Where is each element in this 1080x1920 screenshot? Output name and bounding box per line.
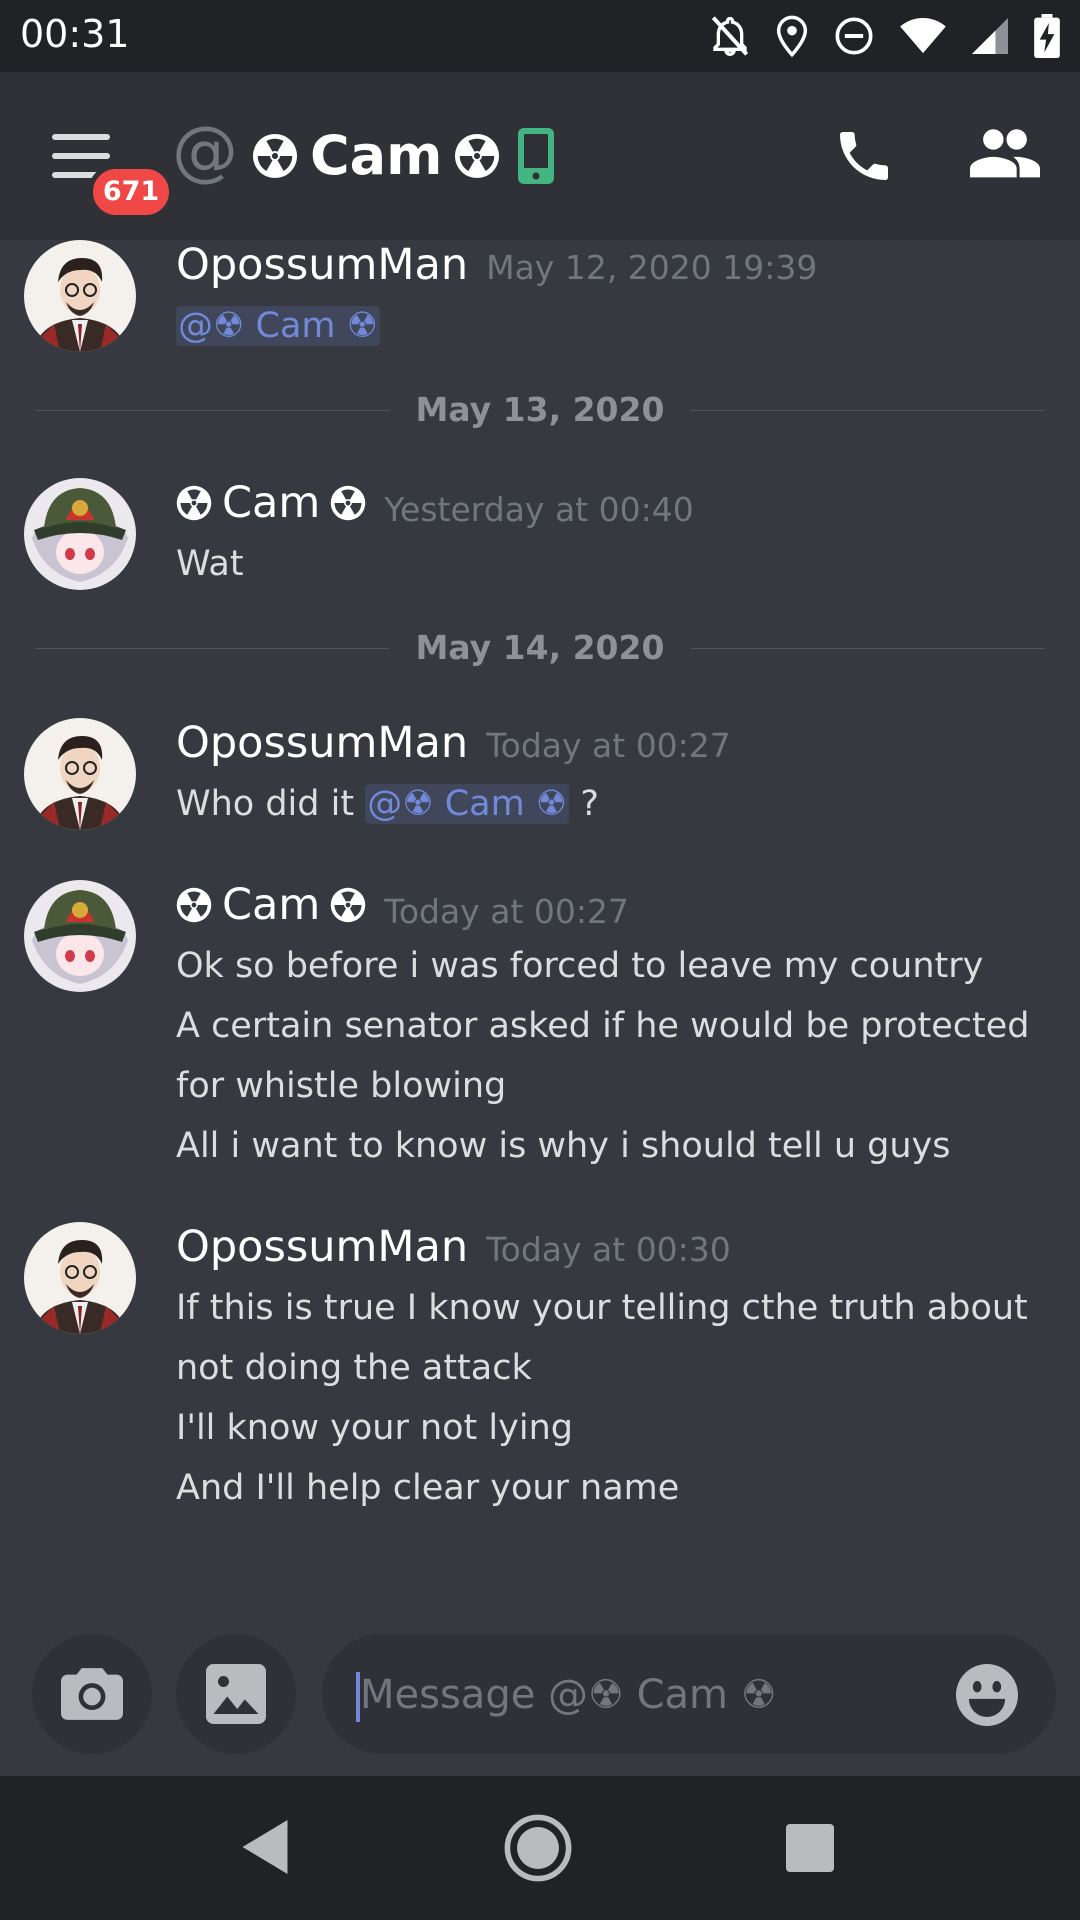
- avatar[interactable]: [24, 880, 136, 992]
- opossumman-avatar-image: [24, 718, 136, 830]
- avatar[interactable]: [24, 478, 136, 590]
- timestamp: Yesterday at 00:40: [384, 490, 694, 529]
- battery-charging-icon: [1034, 14, 1060, 58]
- image-button[interactable]: [176, 1634, 296, 1754]
- wifi-icon: [900, 17, 946, 54]
- message-input[interactable]: [358, 1634, 922, 1756]
- camera-icon: [61, 1668, 123, 1720]
- avatar[interactable]: [24, 718, 136, 830]
- message-line: Who did it @☢ Cam ☢ ?: [176, 774, 1036, 834]
- radioactive-icon: [176, 887, 212, 923]
- members-button[interactable]: [970, 124, 1040, 188]
- user-mention[interactable]: @☢ Cam ☢: [176, 306, 380, 346]
- cam-avatar-image: [24, 880, 136, 992]
- message-line: not doing the attack: [176, 1348, 532, 1388]
- message-header: OpossumMan Today at 00:30: [176, 1222, 731, 1272]
- radioactive-icon: [455, 133, 500, 178]
- message-line: Ok so before i was forced to leave my co…: [176, 946, 984, 986]
- author-name[interactable]: Cam: [176, 880, 366, 930]
- channel-header: 671 @ Cam: [0, 72, 1080, 240]
- message-body: If this is true I know your telling cthe…: [176, 1278, 1036, 1518]
- call-button[interactable]: [832, 124, 896, 192]
- home-button[interactable]: [504, 1814, 572, 1886]
- home-icon: [504, 1814, 572, 1882]
- timestamp: Today at 00:27: [486, 726, 731, 765]
- author-label: Cam: [222, 478, 321, 528]
- channel-name: Cam: [310, 124, 443, 187]
- back-button[interactable]: [242, 1820, 288, 1878]
- message-body: @☢ Cam ☢: [176, 296, 1036, 356]
- camera-button[interactable]: [32, 1634, 152, 1754]
- message-line: Wat: [176, 544, 244, 584]
- image-icon: [206, 1664, 266, 1724]
- do-not-disturb-icon: [835, 17, 873, 55]
- status-bar: 00:31: [0, 0, 1080, 72]
- radioactive-icon: [252, 133, 298, 178]
- user-mention[interactable]: @☢ Cam ☢: [365, 784, 570, 824]
- message-line: @☢ Cam ☢: [176, 296, 1036, 356]
- message-line: for whistle blowing: [176, 1066, 507, 1106]
- message-header: OpossumMan May 12, 2020 19:39: [176, 240, 817, 290]
- author-name[interactable]: Cam: [176, 478, 366, 528]
- phone-icon: [840, 132, 888, 180]
- mobile-icon: [518, 127, 555, 184]
- members-icon: [970, 129, 1040, 178]
- timestamp: May 12, 2020 19:39: [486, 248, 818, 287]
- message-header: OpossumMan Today at 00:27: [176, 718, 731, 768]
- message-line: A certain senator asked if he would be p…: [176, 1006, 1030, 1046]
- recents-button[interactable]: [786, 1824, 834, 1872]
- radioactive-icon: [176, 485, 212, 521]
- timestamp: Today at 00:30: [486, 1230, 731, 1269]
- date-divider: May 13, 2020: [36, 390, 1044, 430]
- cam-avatar-image: [24, 478, 136, 590]
- menu-icon: [52, 134, 110, 140]
- status-icons: [710, 14, 1060, 58]
- author-label: Cam: [222, 880, 321, 930]
- message-header: Cam Yesterday at 00:40: [176, 478, 694, 529]
- message-field[interactable]: [322, 1634, 1056, 1756]
- radioactive-icon: [331, 485, 366, 521]
- back-icon: [242, 1820, 288, 1874]
- avatar[interactable]: [24, 1222, 136, 1334]
- message-line: All i want to know is why i should tell …: [176, 1126, 951, 1166]
- author-name[interactable]: OpossumMan: [176, 718, 468, 768]
- author-name[interactable]: OpossumMan: [176, 1222, 468, 1272]
- message-composer: [0, 1630, 1080, 1776]
- message-body: Ok so before i was forced to leave my co…: [176, 936, 1036, 1176]
- author-name[interactable]: OpossumMan: [176, 240, 468, 290]
- date-divider-label: May 14, 2020: [389, 628, 691, 668]
- location-icon: [776, 15, 808, 58]
- message-text: ?: [569, 784, 599, 824]
- message-header: Cam Today at 00:27: [176, 880, 629, 931]
- opossumman-avatar-image: [24, 1222, 136, 1334]
- emoji-button[interactable]: [956, 1664, 1018, 1730]
- message-body: Who did it @☢ Cam ☢ ?: [176, 774, 1036, 834]
- message-line: And I'll help clear your name: [176, 1468, 680, 1508]
- system-nav-bar: [0, 1776, 1080, 1920]
- at-icon: @: [172, 112, 238, 189]
- emoji-icon: [956, 1664, 1018, 1726]
- notifications-off-icon: [711, 16, 749, 57]
- avatar[interactable]: [24, 240, 136, 352]
- message-text: Who did it: [176, 784, 366, 824]
- message-line: I'll know your not lying: [176, 1408, 573, 1448]
- message-line: If this is true I know your telling cthe…: [176, 1288, 1028, 1328]
- date-divider-label: May 13, 2020: [389, 390, 691, 430]
- signal-icon: [972, 18, 1008, 54]
- message-body: Wat: [176, 534, 1036, 594]
- date-divider: May 14, 2020: [36, 628, 1044, 668]
- timestamp: Today at 00:27: [384, 892, 629, 931]
- message-list[interactable]: OpossumMan May 12, 2020 19:39 @☢ Cam ☢ M…: [0, 240, 1080, 1630]
- unread-badge: 671: [88, 164, 174, 220]
- radioactive-icon: [331, 887, 366, 923]
- channel-title: Cam: [252, 124, 555, 187]
- status-time: 00:31: [20, 12, 130, 56]
- opossumman-avatar-image: [24, 240, 136, 352]
